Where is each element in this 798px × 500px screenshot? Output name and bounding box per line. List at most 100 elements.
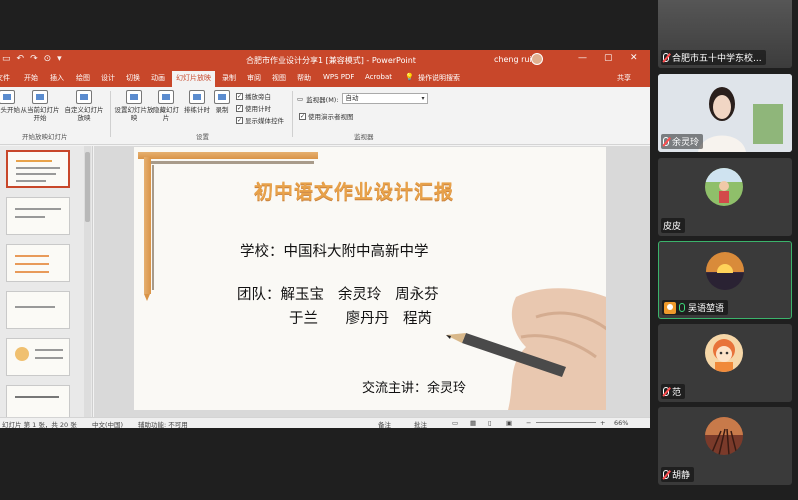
record-icon	[214, 90, 230, 104]
thumb-text-line	[35, 357, 63, 359]
divider	[292, 91, 293, 137]
team-line-1[interactable]: 团队：解玉宝 余灵玲 周永芬	[237, 283, 439, 304]
decor-bar	[152, 165, 154, 290]
minimize-icon[interactable]: —	[578, 53, 587, 63]
ribbon-tabs: 文件 开始 插入 绘图 设计 切换 动画 幻灯片放映 录制 审阅 视图 帮助 W…	[0, 69, 650, 87]
presenter-icon[interactable]: ▣	[506, 419, 512, 427]
tab-help[interactable]: 帮助	[297, 73, 311, 83]
participant-tile-4[interactable]: 吴语堃语	[658, 241, 792, 319]
monitor-row: ▭ 监视器(M): 自动	[297, 93, 428, 104]
custom-show-button[interactable]: 自定义幻灯片放映	[64, 90, 104, 122]
participant-label: 余灵玲	[661, 134, 704, 149]
participant-name: 吴语堃语	[688, 304, 725, 314]
redo-icon[interactable]: ↷	[30, 54, 38, 64]
monitor-select[interactable]: 自动	[341, 93, 428, 104]
tab-wps-pdf[interactable]: WPS PDF	[323, 73, 354, 81]
tab-home[interactable]: 开始	[24, 73, 38, 83]
record-button[interactable]: 录制	[212, 90, 232, 114]
zoom-slider[interactable]	[536, 422, 596, 423]
accessibility-status[interactable]: 辅助功能: 不可用	[138, 419, 188, 428]
thumb-text-line	[16, 173, 56, 175]
reading-view-icon[interactable]: ▯	[488, 419, 492, 427]
tab-view[interactable]: 视图	[272, 73, 286, 83]
tell-me-search[interactable]: 操作说明搜索	[418, 73, 460, 83]
group-monitor-label: 监视器	[354, 133, 374, 141]
normal-view-icon[interactable]: ▭	[452, 419, 458, 427]
narration-checkbox[interactable]: ✓ 播放旁白	[236, 91, 271, 101]
tab-draw[interactable]: 绘图	[76, 73, 90, 83]
from-current-button[interactable]: 从当前幻灯片开始	[18, 90, 62, 122]
participant-tile-3[interactable]: 皮皮	[658, 158, 792, 236]
from-start-label: 从头开始	[0, 106, 20, 114]
mic-muted-icon	[663, 137, 669, 146]
thumb-text-line	[16, 167, 60, 169]
slide-thumbnail-3[interactable]	[6, 244, 70, 282]
powerpoint-window: ▭ ↶ ↷ ⊙ ▾ 合肥市作业设计分享1 [兼容模式] - PowerPoint…	[0, 50, 650, 428]
status-bar: 幻灯片 第 1 张，共 20 张 中文(中国) 辅助功能: 不可用 备注 批注 …	[0, 417, 650, 428]
thumb-title-line	[16, 160, 52, 162]
current-slide[interactable]: 初中语文作业设计汇报 学校：中国科大附中高新中学 团队：解玉宝 余灵玲 周永芬 …	[134, 147, 606, 410]
lightbulb-icon: 💡	[405, 73, 414, 81]
user-name[interactable]: cheng rui	[494, 55, 532, 64]
decor-bar	[144, 161, 314, 164]
thumb-text-line	[15, 396, 59, 398]
thumb-text-line	[35, 349, 63, 351]
present-icon[interactable]: ⊙	[44, 54, 52, 64]
tab-animations[interactable]: 动画	[151, 73, 165, 83]
setup-show-label: 设置幻灯片放映	[114, 106, 154, 123]
group-setup-label: 设置	[196, 133, 209, 141]
thumb-text-line	[15, 263, 49, 265]
slide-thumbnail-5[interactable]	[6, 338, 70, 376]
customize-icon[interactable]: ▾	[57, 54, 62, 64]
undo-icon[interactable]: ↶	[17, 54, 25, 64]
tab-slideshow[interactable]: 幻灯片放映	[172, 71, 215, 87]
tab-design[interactable]: 设计	[101, 73, 115, 83]
tab-file[interactable]: 文件	[0, 73, 10, 83]
notes-button[interactable]: 备注	[378, 419, 391, 428]
hide-slide-icon	[158, 90, 174, 104]
thumb-text-line	[16, 180, 46, 182]
avatar	[705, 168, 743, 206]
tab-record[interactable]: 录制	[222, 73, 236, 83]
media-controls-checkbox[interactable]: ✓ 显示媒体控件	[236, 115, 284, 125]
zoom-in-icon[interactable]: +	[600, 419, 605, 427]
setup-show-button[interactable]: 设置幻灯片放映	[114, 90, 154, 122]
share-button[interactable]: 共享	[617, 73, 631, 83]
decor-bar	[144, 157, 151, 301]
slide-count: 幻灯片 第 1 张，共 20 张	[2, 421, 77, 428]
hide-slide-button[interactable]: 隐藏幻灯片	[150, 90, 182, 122]
timings-checkbox[interactable]: ✓ 使用计时	[236, 103, 271, 113]
tab-review[interactable]: 审阅	[247, 73, 261, 83]
comments-button[interactable]: 批注	[414, 419, 427, 428]
team-line-2[interactable]: 于兰 廖丹丹 程芮	[289, 307, 432, 328]
tab-acrobat[interactable]: Acrobat	[365, 73, 392, 81]
participant-tile-5[interactable]: 范	[658, 324, 792, 402]
maximize-icon[interactable]: ▢	[604, 53, 613, 63]
presenter-view-checkbox[interactable]: ✓ 使用演示者视图	[299, 111, 354, 121]
tab-insert[interactable]: 插入	[50, 73, 64, 83]
thumb-text-line	[15, 216, 45, 218]
participant-tile-2[interactable]: 余灵玲	[658, 74, 792, 152]
timings-label: 使用计时	[245, 105, 271, 113]
tab-transitions[interactable]: 切换	[126, 73, 140, 83]
close-icon[interactable]: ✕	[630, 53, 638, 63]
avatar	[706, 252, 744, 290]
rehearse-button[interactable]: 排练计时	[182, 90, 212, 114]
divider	[110, 91, 111, 137]
zoom-out-icon[interactable]: −	[526, 419, 531, 427]
save-icon[interactable]: ▭	[2, 54, 11, 64]
zoom-level[interactable]: 66%	[614, 419, 628, 427]
slide-thumbnail-2[interactable]	[6, 197, 70, 235]
school-line[interactable]: 学校：中国科大附中高新中学	[240, 240, 429, 261]
participant-tile-6[interactable]: 胡静	[658, 407, 792, 485]
slide-title[interactable]: 初中语文作业设计汇报	[254, 177, 454, 204]
thumbnail-scrollbar[interactable]	[84, 146, 91, 417]
speaker-line[interactable]: 交流主讲：余灵玲	[362, 377, 466, 396]
sorter-view-icon[interactable]: ▦	[470, 419, 476, 427]
slide-thumbnail-4[interactable]	[6, 291, 70, 329]
slide-thumbnail-1[interactable]	[6, 150, 70, 188]
participant-tile-1[interactable]: 合肥市五十中学东校...	[658, 0, 792, 68]
thumb-text-line	[15, 208, 61, 210]
avatar[interactable]	[531, 53, 543, 65]
language-status[interactable]: 中文(中国)	[92, 419, 123, 428]
